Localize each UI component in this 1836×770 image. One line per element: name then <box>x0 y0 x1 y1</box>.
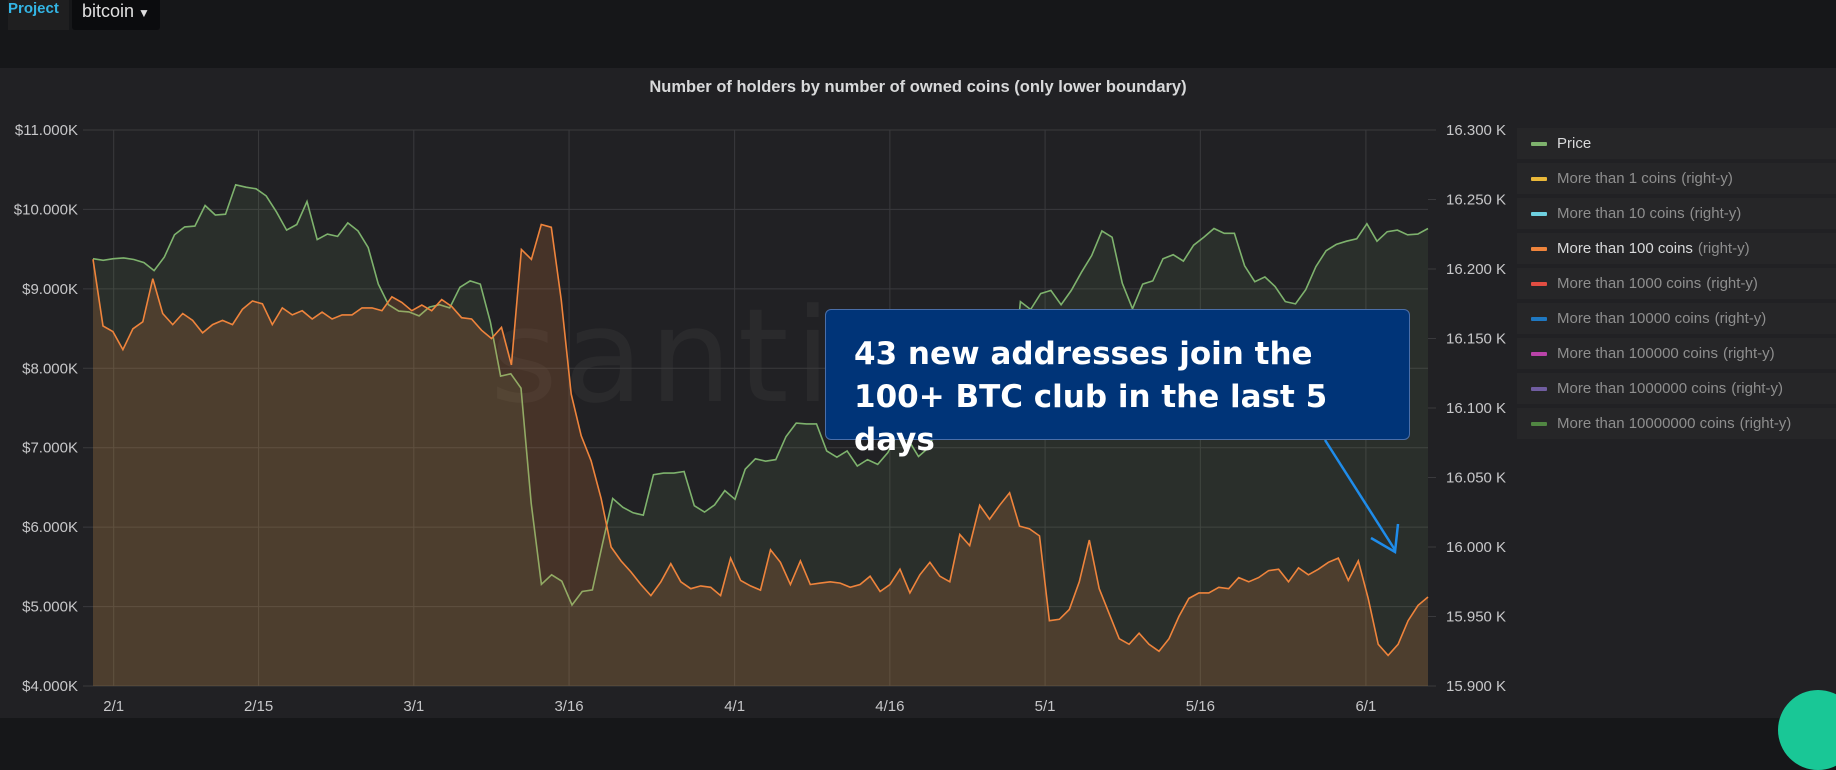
x-axis-tick-label: 4/16 <box>875 698 904 715</box>
legend-axis-note: (right-y) <box>1722 345 1775 362</box>
legend-item[interactable]: More than 100 coins (right-y) <box>1517 233 1836 264</box>
legend-swatch <box>1531 176 1547 181</box>
legend-axis-note: (right-y) <box>1731 380 1783 397</box>
legend-label: More than 10000000 coins <box>1557 415 1735 432</box>
x-axis-tick-label: 5/1 <box>1035 698 1056 715</box>
right-axis-tick-label: 16.000 K <box>1446 539 1506 556</box>
legend-axis-note: (right-y) <box>1681 170 1733 187</box>
x-axis-tick-label: 4/1 <box>724 698 745 715</box>
legend-label: More than 100 coins <box>1557 240 1693 257</box>
right-axis-tick-label: 16.150 K <box>1446 331 1506 348</box>
legend-label: More than 100000 coins <box>1557 345 1718 362</box>
legend-item[interactable]: More than 100000 coins (right-y) <box>1517 338 1836 369</box>
legend-swatch <box>1531 421 1547 426</box>
legend-label: More than 10000 coins <box>1557 310 1710 327</box>
annotation-line-1: 43 new addresses join the <box>854 336 1313 372</box>
legend-axis-note: (right-y) <box>1697 240 1750 257</box>
legend-swatch <box>1531 386 1547 391</box>
right-axis-tick-label: 16.250 K <box>1446 192 1506 209</box>
legend-label: More than 1 coins <box>1557 170 1677 187</box>
legend-item[interactable]: More than 1000000 coins (right-y) <box>1517 373 1836 404</box>
legend: Price More than 1 coins (right-y) More than… <box>1517 128 1836 443</box>
right-axis-tick-label: 16.100 K <box>1446 400 1506 417</box>
right-axis-tick-label: 15.900 K <box>1446 678 1506 695</box>
legend-item[interactable]: More than 10000000 coins (right-y) <box>1517 408 1836 439</box>
legend-axis-note: (right-y) <box>1739 415 1792 432</box>
legend-label: More than 1000 coins <box>1557 275 1702 292</box>
left-axis-tick-label: $5.000K <box>22 599 78 616</box>
legend-swatch <box>1531 316 1547 321</box>
legend-item[interactable]: More than 1 coins (right-y) <box>1517 163 1836 194</box>
left-axis-tick-label: $9.000K <box>22 281 78 298</box>
annotation-line-2: 100+ BTC club in the last 5 days <box>854 379 1328 458</box>
legend-axis-note: (right-y) <box>1714 310 1767 327</box>
left-axis-tick-label: $7.000K <box>22 440 78 457</box>
legend-item[interactable]: More than 1000 coins (right-y) <box>1517 268 1836 299</box>
legend-swatch <box>1531 351 1547 356</box>
x-axis-tick-label: 3/16 <box>554 698 583 715</box>
x-axis-tick-label: 6/1 <box>1355 698 1376 715</box>
left-axis-tick-label: $4.000K <box>22 678 78 695</box>
legend-swatch <box>1531 211 1547 216</box>
legend-item[interactable]: More than 10 coins (right-y) <box>1517 198 1836 229</box>
legend-swatch <box>1531 281 1547 286</box>
x-axis-tick-label: 5/16 <box>1186 698 1215 715</box>
legend-axis-note: (right-y) <box>1706 275 1758 292</box>
left-axis-tick-label: $8.000K <box>22 360 78 377</box>
right-axis-tick-label: 16.300 K <box>1446 122 1506 139</box>
x-axis-tick-label: 3/1 <box>403 698 424 715</box>
annotation-box: 43 new addresses join the 100+ BTC club … <box>825 309 1410 458</box>
x-axis-tick-label: 2/1 <box>103 698 124 715</box>
right-axis-tick-label: 16.050 K <box>1446 470 1506 487</box>
legend-label: Price <box>1557 135 1592 152</box>
legend-label: More than 10 coins <box>1557 205 1685 222</box>
legend-axis-note: (right-y) <box>1689 205 1742 222</box>
legend-swatch <box>1531 141 1547 146</box>
right-axis-tick-label: 15.950 K <box>1446 609 1506 626</box>
left-axis-tick-label: $11.000K <box>15 122 78 139</box>
left-axis-tick-label: $10.000K <box>14 201 78 218</box>
x-axis-tick-label: 2/15 <box>244 698 273 715</box>
right-axis-tick-label: 16.200 K <box>1446 261 1506 278</box>
legend-swatch <box>1531 246 1547 251</box>
legend-item[interactable]: Price <box>1517 128 1836 159</box>
legend-label: More than 1000000 coins <box>1557 380 1727 397</box>
legend-item[interactable]: More than 10000 coins (right-y) <box>1517 303 1836 334</box>
left-axis-tick-label: $6.000K <box>22 519 78 536</box>
